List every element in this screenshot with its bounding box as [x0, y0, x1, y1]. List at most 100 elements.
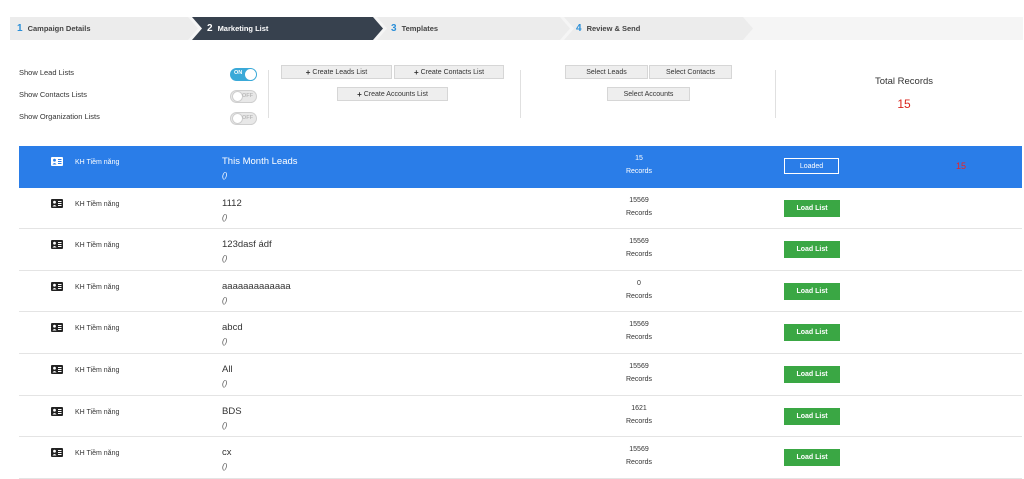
create-accounts-list-button[interactable]: + Create Accounts List: [337, 87, 448, 101]
contact-card-icon: [51, 281, 63, 291]
list-row[interactable]: KH Tiềm năng aaaaaaaaaaaaa () 0 Records …: [19, 270, 1022, 313]
list-type: KH Tiềm năng: [75, 159, 120, 166]
list-name: 123dasf ádf: [222, 239, 272, 251]
step-number: 4: [576, 23, 582, 34]
button-label: Create Accounts List: [363, 90, 428, 98]
list-name: abcd: [222, 322, 243, 334]
row-record-total: 15: [956, 161, 967, 171]
create-leads-list-button[interactable]: + Create Leads List: [281, 65, 392, 79]
list-description: (): [222, 378, 228, 388]
loaded-button[interactable]: Loaded: [784, 158, 839, 174]
list-name: aaaaaaaaaaaaa: [222, 280, 291, 292]
load-list-button[interactable]: Load List: [784, 449, 840, 467]
show-lead-lists-label: Show Lead Lists: [19, 68, 75, 77]
list-row[interactable]: KH Tiềm năng This Month Leads () 15 Reco…: [19, 146, 1022, 188]
contact-card-icon: [51, 364, 63, 374]
record-count: 1621: [631, 404, 647, 412]
load-list-button[interactable]: Load List: [784, 282, 840, 300]
divider: [520, 70, 521, 118]
list-row[interactable]: KH Tiềm năng abcd () 15569 Records Load …: [19, 312, 1022, 354]
load-list-button[interactable]: Load List: [784, 324, 840, 342]
records-label: Records: [625, 459, 653, 467]
load-list-button[interactable]: Load List: [784, 365, 840, 383]
marketing-list-table: KH Tiềm năng This Month Leads () 15 Reco…: [19, 146, 1022, 479]
list-description: (): [222, 337, 228, 347]
toggle-state: ON: [234, 70, 243, 76]
step-label: Templates: [401, 24, 439, 33]
record-count: 15569: [629, 196, 649, 204]
divider: [775, 70, 776, 118]
load-list-button[interactable]: Load List: [784, 241, 840, 259]
records-label: Records: [625, 292, 653, 300]
list-row[interactable]: KH Tiềm năng 123dasf ádf () 15569 Record…: [19, 229, 1022, 271]
button-label: Create Leads List: [312, 68, 368, 76]
step-number: 2: [207, 23, 213, 34]
list-name: cx: [222, 447, 232, 459]
list-name: This Month Leads: [222, 156, 298, 167]
toggle-knob: [245, 69, 256, 80]
step-number: 3: [391, 23, 397, 34]
plus-icon: +: [413, 67, 419, 77]
list-row[interactable]: KH Tiềm năng All () 15569 Records Load L…: [19, 353, 1022, 396]
button-label: Create Contacts List: [420, 68, 485, 76]
step-review-send[interactable]: 4 Review & Send: [576, 17, 640, 40]
step-campaign-details[interactable]: 1 Campaign Details: [17, 17, 91, 40]
select-leads-button[interactable]: Select Leads: [565, 65, 648, 79]
record-count: 15569: [629, 321, 649, 329]
list-row[interactable]: KH Tiềm năng cx () 15569 Records Load Li…: [19, 437, 1022, 479]
create-contacts-list-button[interactable]: + Create Contacts List: [394, 65, 504, 79]
step-label: Marketing List: [217, 24, 269, 33]
list-description: (): [222, 212, 228, 222]
total-records-value: 15: [897, 97, 911, 111]
total-records-title: Total Records: [874, 76, 934, 87]
records-label: Records: [625, 209, 653, 217]
list-type: KH Tiềm năng: [75, 242, 120, 250]
contact-card-icon: [51, 240, 63, 250]
list-name: All: [222, 363, 233, 375]
record-count: 15569: [629, 362, 649, 370]
show-lead-lists-toggle[interactable]: ON: [230, 68, 257, 81]
list-name: BDS: [222, 405, 242, 417]
list-description: (): [222, 420, 228, 430]
list-type: KH Tiềm năng: [75, 200, 120, 208]
toggle-state: OFF: [242, 115, 253, 121]
records-label: Records: [625, 334, 653, 342]
contact-card-icon: [51, 157, 63, 166]
list-description: (): [222, 171, 228, 180]
record-count: 15569: [629, 446, 649, 454]
list-type: KH Tiềm năng: [75, 325, 120, 333]
select-contacts-button[interactable]: Select Contacts: [649, 65, 732, 79]
list-type: KH Tiềm năng: [75, 283, 120, 291]
show-organization-lists-label: Show Organization Lists: [19, 112, 100, 121]
show-contacts-lists-toggle[interactable]: OFF: [230, 90, 257, 103]
list-row[interactable]: KH Tiềm năng 1112 () 15569 Records Load …: [19, 187, 1022, 230]
step-label: Review & Send: [586, 24, 641, 33]
list-description: (): [222, 254, 228, 264]
show-contacts-lists-label: Show Contacts Lists: [19, 90, 87, 99]
record-count: 0: [637, 279, 641, 287]
show-organization-lists-toggle[interactable]: OFF: [230, 112, 257, 125]
wizard-background: [10, 17, 753, 40]
toggle-state: OFF: [242, 93, 253, 99]
records-label: Records: [625, 251, 653, 259]
contact-card-icon: [51, 198, 63, 208]
step-templates[interactable]: 3 Templates: [391, 17, 438, 40]
record-count: 15: [635, 155, 643, 162]
step-number: 1: [17, 23, 23, 34]
wizard-steps: 1 Campaign Details 2 Marketing List 3 Te…: [10, 17, 1023, 40]
divider: [268, 70, 269, 118]
list-type: KH Tiềm năng: [75, 450, 120, 458]
record-count: 15569: [629, 238, 649, 246]
select-accounts-button[interactable]: Select Accounts: [607, 87, 690, 101]
contact-card-icon: [51, 406, 63, 416]
step-marketing-list[interactable]: 2 Marketing List: [207, 17, 268, 40]
contact-card-icon: [51, 448, 63, 458]
records-label: Records: [625, 375, 653, 383]
load-list-button[interactable]: Load List: [784, 199, 840, 217]
plus-icon: +: [357, 89, 362, 99]
records-label: Records: [625, 417, 653, 425]
list-row[interactable]: KH Tiềm năng BDS () 1621 Records Load Li…: [19, 395, 1022, 438]
load-list-button[interactable]: Load List: [784, 407, 840, 425]
list-type: KH Tiềm năng: [75, 366, 120, 374]
list-description: (): [222, 295, 228, 305]
